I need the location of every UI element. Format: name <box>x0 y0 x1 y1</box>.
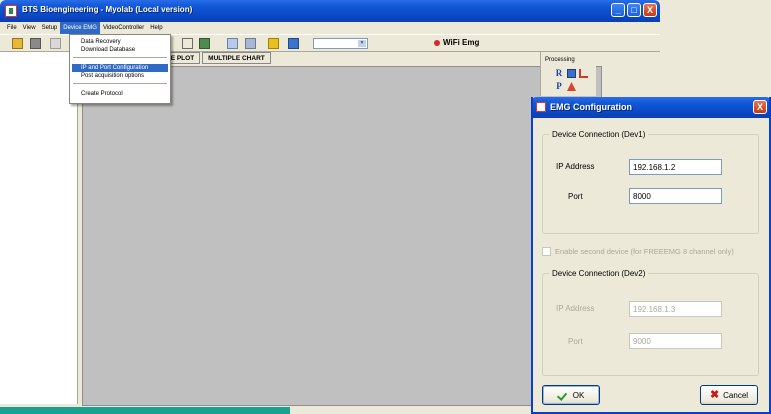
print-icon[interactable] <box>30 38 41 49</box>
menu-bar: File View Setup Device EMG VideoControll… <box>0 22 660 34</box>
menu-item-post-acquisition-options[interactable]: Post acquisition options <box>72 72 168 80</box>
menu-help[interactable]: Help <box>147 22 165 34</box>
dev2-port-label: Port <box>568 337 583 346</box>
dialog-close-button[interactable]: X <box>753 100 767 114</box>
minimize-icon: _ <box>615 5 621 15</box>
axis-tool-icon[interactable] <box>579 69 588 78</box>
dev2-group: Device Connection (Dev2) IP Address Port <box>542 268 759 376</box>
disk-icon[interactable] <box>50 38 61 49</box>
menu-view[interactable]: View <box>20 22 39 34</box>
p-tool-icon[interactable]: P <box>554 81 564 91</box>
minimize-button[interactable]: _ <box>611 3 625 17</box>
wifi-status-label: WiFi Emg <box>443 38 480 47</box>
view-tabs: UE PLOT MULTIPLE CHART <box>160 52 273 64</box>
r-tool-icon[interactable]: R <box>554 68 564 78</box>
second-device-checkbox-label: Enable second device (for FREEEMG 8 chan… <box>555 247 734 256</box>
cancel-button-label: Cancel <box>723 390 749 400</box>
wifi-status: WiFi Emg <box>434 38 479 47</box>
link-tool-icon[interactable] <box>227 38 238 49</box>
close-icon: X <box>646 5 653 15</box>
desktop: BTS Bioengineering - Myolab (Local versi… <box>0 0 771 414</box>
ok-button-label: OK <box>572 390 585 400</box>
close-button[interactable]: X <box>643 3 657 17</box>
dev1-legend: Device Connection (Dev1) <box>549 129 649 140</box>
menu-item-create-protocol[interactable]: Create Protocol <box>72 90 168 98</box>
menu-item-download-database[interactable]: Download Database <box>72 46 168 54</box>
cancel-button[interactable]: ✖ Cancel <box>700 385 758 405</box>
menu-item-ip-port-configuration[interactable]: IP and Port Configuration <box>72 64 168 72</box>
menu-file[interactable]: File <box>4 22 20 34</box>
close-icon: X <box>756 102 763 112</box>
dev1-port-field[interactable] <box>629 188 722 204</box>
taskbar-strip <box>0 407 290 414</box>
chevron-down-icon: ▼ <box>358 40 366 47</box>
dev2-ip-label: IP Address <box>556 304 595 313</box>
dev1-port-label: Port <box>568 192 583 201</box>
second-device-checkbox[interactable] <box>542 247 551 256</box>
window-title: BTS Bioengineering - Myolab (Local versi… <box>22 5 193 14</box>
tab-multiple-chart[interactable]: MULTIPLE CHART <box>202 52 271 64</box>
toolbar-dropdown[interactable]: ▼ <box>313 38 368 49</box>
peak-tool-icon[interactable] <box>567 82 576 91</box>
cancel-x-icon: ✖ <box>709 388 720 401</box>
processing-heading: Processing <box>545 57 575 63</box>
dev2-port-field <box>629 333 722 349</box>
menu-item-data-recovery[interactable]: Data Recovery <box>72 38 168 46</box>
plot-canvas[interactable] <box>82 66 602 406</box>
wifi-status-icon <box>434 39 440 46</box>
left-panel <box>0 52 78 404</box>
menu-separator <box>73 83 167 84</box>
export-tool-icon[interactable] <box>245 38 256 49</box>
chart-tool-icon[interactable] <box>182 38 193 49</box>
dev1-group: Device Connection (Dev1) IP Address Port <box>542 129 759 234</box>
dev2-ip-field <box>629 301 722 317</box>
help-icon[interactable] <box>268 38 279 49</box>
window-controls: _ □ X <box>611 3 657 17</box>
emg-configuration-dialog: EMG Configuration X Device Connection (D… <box>531 97 771 414</box>
app-icon <box>5 5 17 17</box>
dialog-app-icon <box>536 102 546 112</box>
title-bar[interactable]: BTS Bioengineering - Myolab (Local versi… <box>0 0 660 22</box>
dev1-ip-label: IP Address <box>556 162 595 171</box>
check-icon <box>558 391 569 400</box>
menu-device-emg[interactable]: Device EMG <box>60 22 100 34</box>
maximize-icon: □ <box>631 5 637 15</box>
menu-separator <box>73 57 167 58</box>
dev2-legend: Device Connection (Dev2) <box>549 268 649 279</box>
list-tool-icon[interactable] <box>567 69 576 78</box>
second-device-option[interactable]: Enable second device (for FREEEMG 8 chan… <box>542 247 734 256</box>
menu-setup[interactable]: Setup <box>39 22 61 34</box>
processing-panel: Processing R P <box>540 52 596 96</box>
device-emg-menu: Data Recovery Download Database IP and P… <box>69 34 171 104</box>
dev1-ip-field[interactable] <box>629 159 722 175</box>
maximize-button[interactable]: □ <box>627 3 641 17</box>
ok-button[interactable]: OK <box>542 385 600 405</box>
dialog-title-bar[interactable]: EMG Configuration X <box>533 97 769 118</box>
menu-videocontroller[interactable]: VideoController <box>100 22 147 34</box>
home-icon[interactable] <box>288 38 299 49</box>
grid-tool-icon[interactable] <box>199 38 210 49</box>
dialog-title: EMG Configuration <box>550 102 632 112</box>
open-folder-icon[interactable] <box>12 38 23 49</box>
